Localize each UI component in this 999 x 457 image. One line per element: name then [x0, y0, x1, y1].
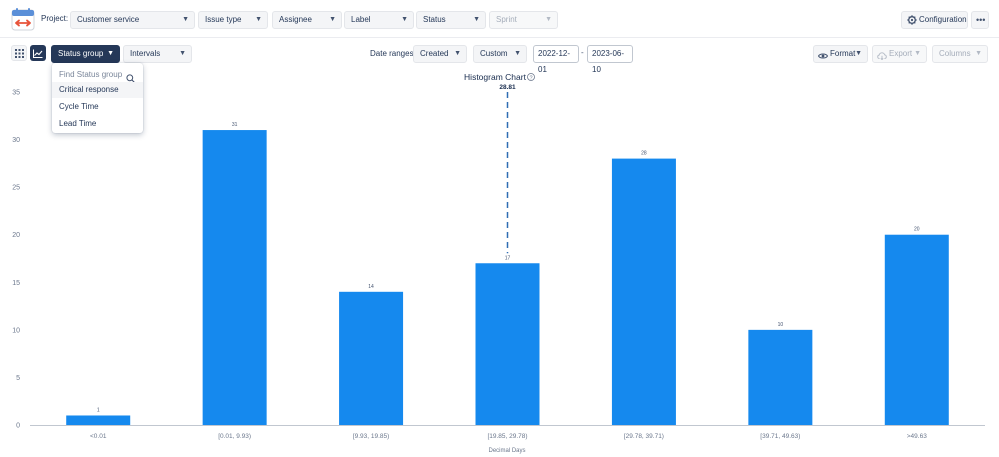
x-tick-label: [0.01, 9.93)	[218, 433, 251, 440]
menu-item-lead-time[interactable]: Lead Time	[52, 116, 143, 132]
menu-item-label: Cycle Time	[59, 99, 99, 115]
x-tick-label: [39.71, 49.63)	[760, 433, 800, 440]
chart-title: Histogram Chart	[464, 72, 527, 82]
help-icon[interactable]: ?	[528, 74, 535, 82]
bar-value-label: 17	[505, 255, 511, 261]
menu-item-cycle-time[interactable]: Cycle Time	[52, 99, 143, 115]
bar-value-label: 14	[368, 284, 374, 290]
menu-item-label: Lead Time	[59, 116, 96, 132]
bar-value-label: 10	[778, 322, 784, 328]
x-axis: <0.01 [0.01, 9.93) [9.93, 19.85) [19.85, 29…	[90, 433, 927, 440]
histogram-bar[interactable]	[748, 330, 812, 425]
bar-value-label: 1	[97, 407, 100, 413]
y-tick-label: 20	[12, 232, 20, 239]
x-tick-label: [19.85, 29.78)	[487, 433, 527, 440]
y-axis: 0 5 10 15 20 25 30 35	[12, 90, 20, 430]
x-tick-label: <0.01	[90, 433, 107, 440]
x-axis-title: Decimal Days	[488, 448, 525, 454]
menu-item-label: Critical response	[59, 82, 119, 98]
marker-line: 28.81	[499, 84, 516, 253]
histogram-bar[interactable]	[339, 292, 403, 425]
y-tick-label: 15	[12, 280, 20, 287]
y-tick-label: 25	[12, 185, 20, 192]
y-tick-label: 30	[12, 137, 20, 144]
x-tick-label: [9.93, 19.85)	[353, 433, 390, 440]
bar-value-label: 28	[641, 151, 647, 157]
y-tick-label: 0	[16, 423, 20, 430]
bar-value-label: 20	[914, 227, 920, 233]
x-tick-label: >49.63	[907, 433, 927, 440]
histogram-bar[interactable]	[203, 130, 267, 425]
bar-value-label: 31	[232, 122, 238, 128]
histogram-bar[interactable]	[476, 263, 540, 425]
histogram-bar[interactable]	[66, 415, 130, 425]
y-tick-label: 35	[12, 90, 20, 97]
svg-text:?: ?	[529, 75, 532, 81]
marker-value-label: 28.81	[499, 84, 516, 91]
status-group-search-input[interactable]: Find Status group	[52, 67, 143, 83]
histogram-bar[interactable]	[612, 159, 676, 425]
status-group-menu: Find Status group Critical response Cycl…	[52, 63, 143, 133]
histogram-chart: Histogram Chart ? 0 5 10 15 20 25 30 35 1 31 14 17…	[0, 0, 999, 457]
x-tick-label: [29.78, 39.71)	[624, 433, 664, 440]
search-placeholder: Find Status group	[59, 70, 122, 79]
menu-item-critical-response[interactable]: Critical response	[52, 82, 143, 98]
y-tick-label: 5	[16, 375, 20, 382]
histogram-bar[interactable]	[885, 235, 949, 425]
y-tick-label: 10	[12, 327, 20, 334]
